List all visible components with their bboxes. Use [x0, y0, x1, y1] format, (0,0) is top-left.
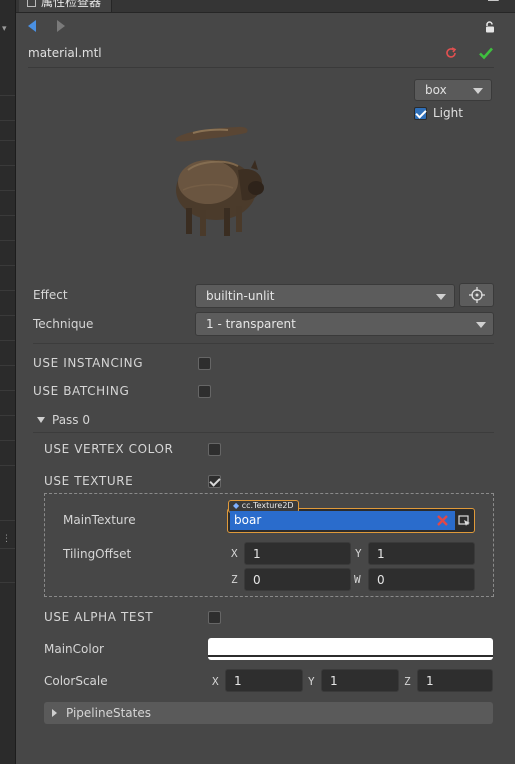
crosshair-icon: [469, 287, 485, 303]
divider: [28, 67, 494, 68]
use-vertex-color-checkbox[interactable]: [208, 443, 221, 456]
asset-name: material.mtl: [28, 46, 102, 60]
main-texture-value[interactable]: boar: [230, 511, 455, 530]
locate-effect-button[interactable]: [459, 283, 494, 307]
dropdown-arrow-icon: [473, 88, 483, 94]
chevron-down-icon: ▾: [2, 24, 7, 34]
effect-value: builtin-unlit: [206, 289, 275, 303]
color-scale-z-axis-label: Z: [404, 675, 411, 688]
light-checkbox[interactable]: [414, 107, 427, 120]
panel-menu-icon[interactable]: ▬: [487, 0, 500, 6]
collapse-arrow-icon[interactable]: [37, 417, 45, 423]
left-panel-strip: ▾ ⋮: [0, 0, 16, 764]
tab-inspector[interactable]: 属性检查器: [19, 0, 112, 12]
dropdown-arrow-icon: [436, 294, 446, 300]
tiling-x-input[interactable]: 1: [244, 542, 351, 565]
use-texture-label: USE TEXTURE: [44, 474, 134, 488]
use-instancing-label: USE INSTANCING: [33, 356, 144, 370]
use-vertex-color-label: USE VERTEX COLOR: [44, 442, 174, 456]
tab-title: 属性检查器: [41, 0, 102, 9]
expand-arrow-icon[interactable]: [52, 709, 57, 717]
color-scale-x-axis-label: X: [212, 675, 219, 688]
use-alpha-test-checkbox[interactable]: [208, 611, 221, 624]
divider: [33, 432, 494, 433]
offset-w-input[interactable]: 0: [368, 568, 475, 591]
color-scale-x-input[interactable]: 1: [225, 669, 303, 692]
pass-label[interactable]: Pass 0: [52, 413, 90, 427]
tiling-y-input[interactable]: 1: [368, 542, 475, 565]
divider: [33, 343, 494, 344]
inspector-icon: [27, 0, 36, 7]
revert-icon[interactable]: [444, 46, 458, 60]
offset-z-axis-label: Z: [231, 573, 238, 586]
effect-select[interactable]: builtin-unlit: [195, 284, 455, 308]
color-scale-z-input[interactable]: 1: [417, 669, 493, 692]
use-alpha-test-label: USE ALPHA TEST: [44, 610, 154, 624]
pipeline-states-label[interactable]: PipelineStates: [66, 706, 151, 720]
use-batching-label: USE BATCHING: [33, 384, 130, 398]
color-scale-y-axis-label: Y: [308, 675, 315, 688]
back-arrow-icon[interactable]: [28, 20, 36, 32]
tiling-y-axis-label: Y: [355, 547, 362, 560]
tiling-x-axis-label: X: [231, 547, 238, 560]
menu-icon: ⋮: [2, 534, 11, 544]
apply-check-icon[interactable]: [478, 45, 494, 61]
light-label: Light: [433, 106, 463, 120]
forward-arrow-icon[interactable]: [57, 20, 65, 32]
effect-label: Effect: [33, 288, 68, 302]
technique-select[interactable]: 1 - transparent: [195, 312, 494, 336]
tiling-offset-label: TilingOffset: [63, 547, 132, 561]
use-texture-checkbox[interactable]: [208, 475, 221, 488]
color-scale-label: ColorScale: [44, 674, 108, 688]
asset-picker-icon[interactable]: [458, 514, 471, 527]
preview-shape-value: box: [425, 83, 447, 97]
technique-value: 1 - transparent: [206, 317, 296, 331]
color-scale-y-input[interactable]: 1: [321, 669, 399, 692]
technique-label: Technique: [33, 317, 94, 331]
preview-shape-select[interactable]: box: [414, 79, 492, 101]
clear-icon[interactable]: [436, 514, 449, 527]
use-instancing-checkbox[interactable]: [198, 357, 211, 370]
main-texture-label: MainTexture: [63, 513, 136, 527]
main-texture-name: boar: [234, 513, 262, 527]
dropdown-arrow-icon: [476, 322, 486, 328]
texture-type: cc.Texture2D: [241, 501, 294, 510]
lock-icon[interactable]: [484, 21, 496, 33]
main-color-label: MainColor: [44, 642, 104, 656]
use-batching-checkbox[interactable]: [198, 385, 211, 398]
offset-w-axis-label: W: [354, 573, 361, 586]
offset-z-input[interactable]: 0: [244, 568, 351, 591]
main-color-alpha-bar: [208, 655, 493, 657]
